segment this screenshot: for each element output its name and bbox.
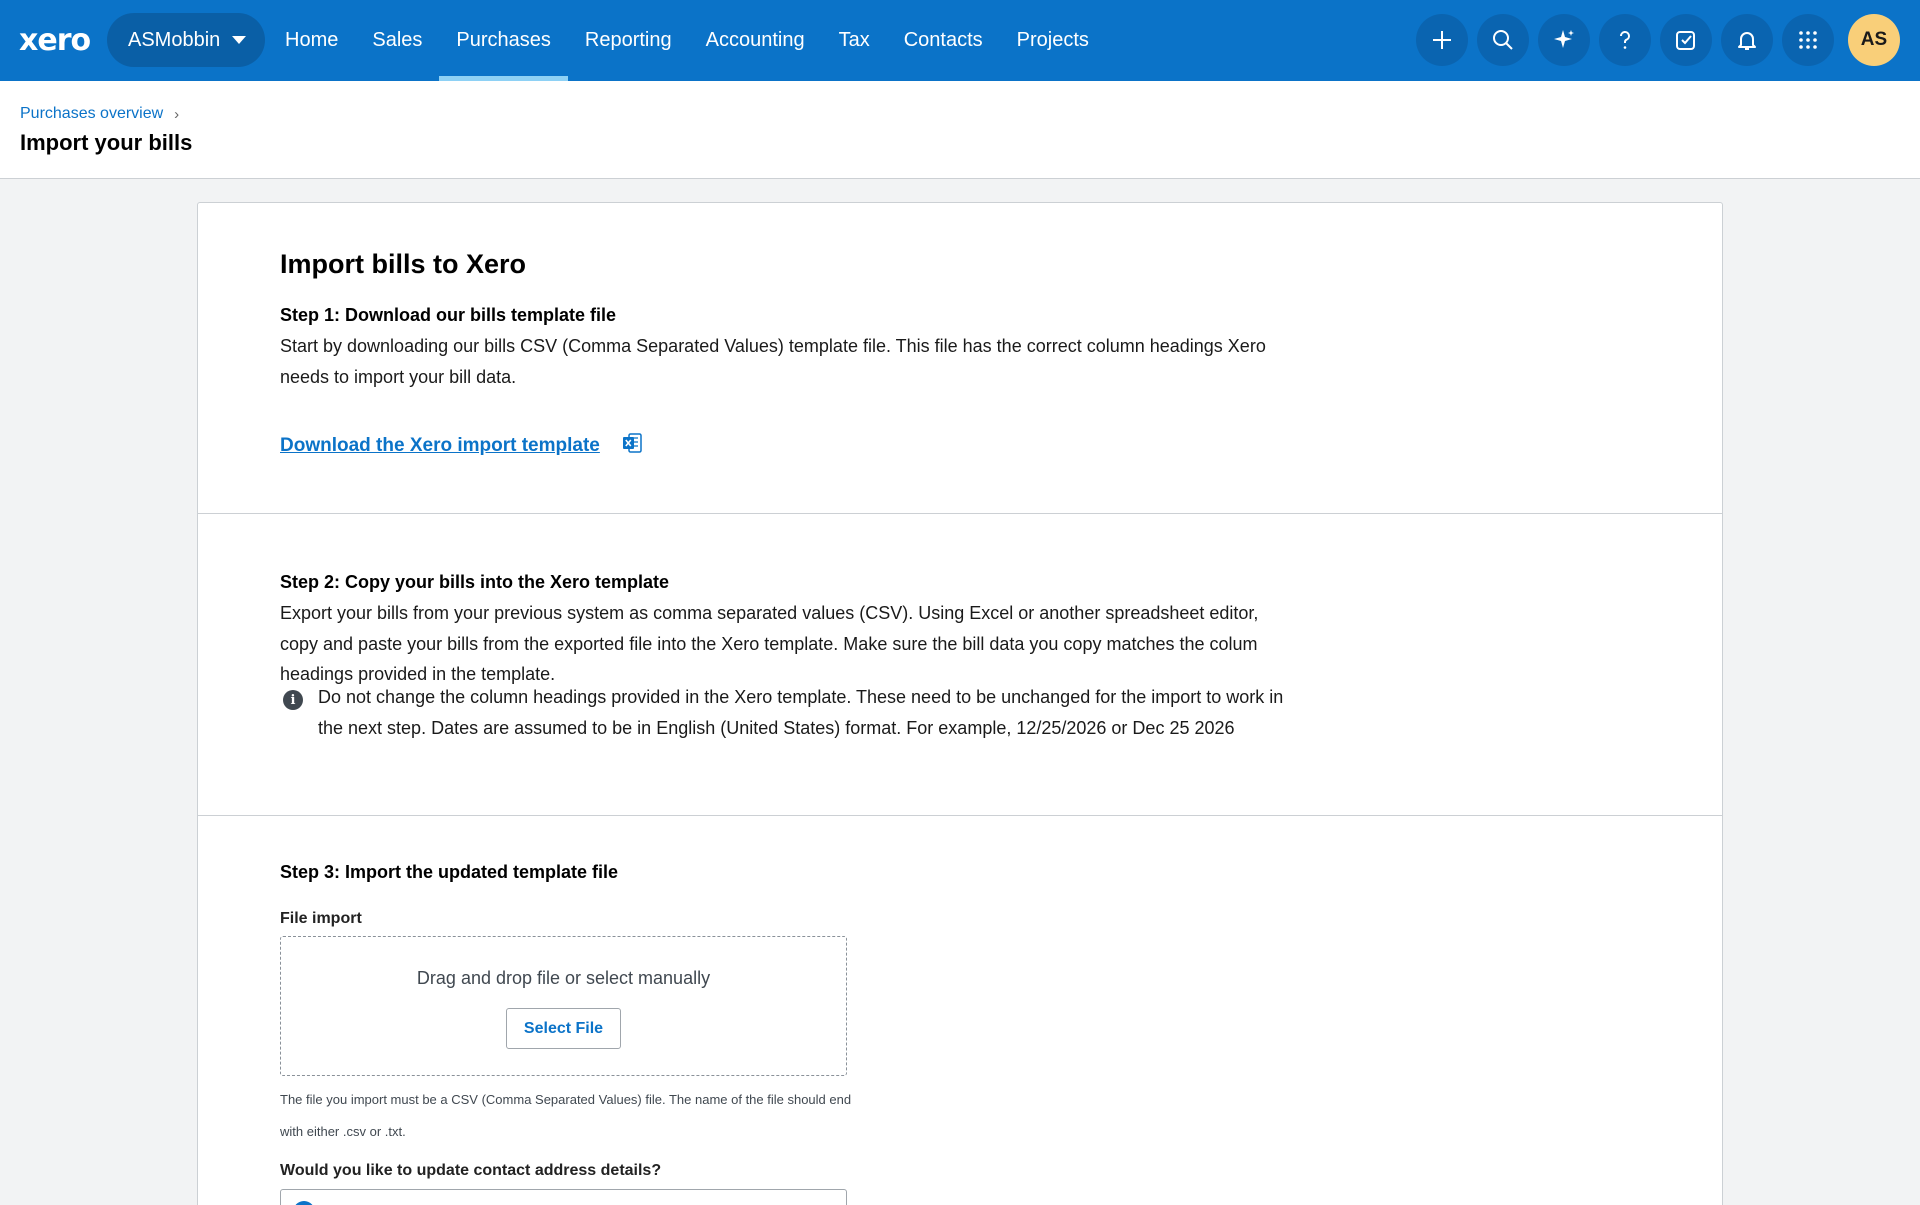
caret-down-icon	[232, 36, 247, 44]
page-header: Purchases overview › Import your bills	[0, 81, 1920, 179]
org-name: ASMobbin	[128, 28, 221, 51]
nav-tax[interactable]: Tax	[822, 0, 887, 81]
nav-links: Home Sales Purchases Reporting Accountin…	[268, 0, 1106, 81]
dropzone-text: Drag and drop file or select manually	[416, 968, 711, 988]
step3-section: Step 3: Import the updated template file…	[198, 816, 1722, 1205]
file-import-label: File import	[280, 910, 362, 927]
download-template-link[interactable]: Download the Xero import template	[280, 435, 600, 457]
step1-text: Start by downloading our bills CSV (Comm…	[280, 336, 1266, 387]
nav-projects[interactable]: Projects	[1000, 0, 1106, 81]
search-icon[interactable]	[1477, 14, 1529, 66]
step2-section: Step 2: Copy your bills into the Xero te…	[198, 514, 1722, 816]
nav-reporting[interactable]: Reporting	[568, 0, 689, 81]
nav-accounting[interactable]: Accounting	[689, 0, 822, 81]
top-nav: xero ASMobbin Home Sales Purchases Repor…	[0, 0, 1920, 81]
avatar[interactable]: AS	[1848, 14, 1900, 66]
apps-grid-icon[interactable]	[1782, 14, 1834, 66]
sparkle-icon[interactable]	[1538, 14, 1590, 66]
excel-icon	[623, 433, 642, 453]
nav-home[interactable]: Home	[268, 0, 355, 81]
step3-heading: Step 3: Import the updated template file	[280, 862, 619, 882]
chevron-right-icon: ›	[174, 105, 180, 123]
file-dropzone[interactable]: Drag and drop file or select manually Se…	[280, 936, 847, 1076]
step2-heading: Step 2: Copy your bills into the Xero te…	[280, 572, 670, 592]
page-title: Import your bills	[20, 130, 193, 155]
breadcrumb-purchases-overview[interactable]: Purchases overview	[20, 105, 163, 123]
info-icon: i	[283, 690, 303, 710]
nav-purchases[interactable]: Purchases	[439, 0, 568, 81]
bell-icon[interactable]	[1721, 14, 1773, 66]
card-title: Import bills to Xero	[280, 249, 527, 279]
nav-icons: AS	[1416, 14, 1920, 66]
select-file-button[interactable]: Select File	[506, 1008, 621, 1049]
step2-info-text: Do not change the column headings provid…	[318, 687, 1284, 738]
import-card: Import bills to Xero Step 1: Download ou…	[197, 202, 1723, 1205]
help-icon[interactable]	[1599, 14, 1651, 66]
step1-section: Import bills to Xero Step 1: Download ou…	[198, 203, 1722, 514]
contact-update-question: Would you like to update contact address…	[280, 1162, 662, 1179]
radio-selected-icon[interactable]	[293, 1201, 315, 1205]
nav-contacts[interactable]: Contacts	[887, 0, 1000, 81]
contact-update-option[interactable]	[280, 1189, 847, 1205]
xero-logo[interactable]: xero	[19, 23, 91, 58]
breadcrumb: Purchases overview ›	[20, 105, 179, 123]
tasks-icon[interactable]	[1660, 14, 1712, 66]
file-hint-text: The file you import must be a CSV (Comma…	[280, 1092, 852, 1139]
org-switcher[interactable]: ASMobbin	[107, 13, 265, 67]
step2-text: Export your bills from your previous sys…	[280, 603, 1259, 684]
step1-heading: Step 1: Download our bills template file	[280, 305, 617, 325]
nav-sales[interactable]: Sales	[355, 0, 439, 81]
plus-icon[interactable]	[1416, 14, 1468, 66]
